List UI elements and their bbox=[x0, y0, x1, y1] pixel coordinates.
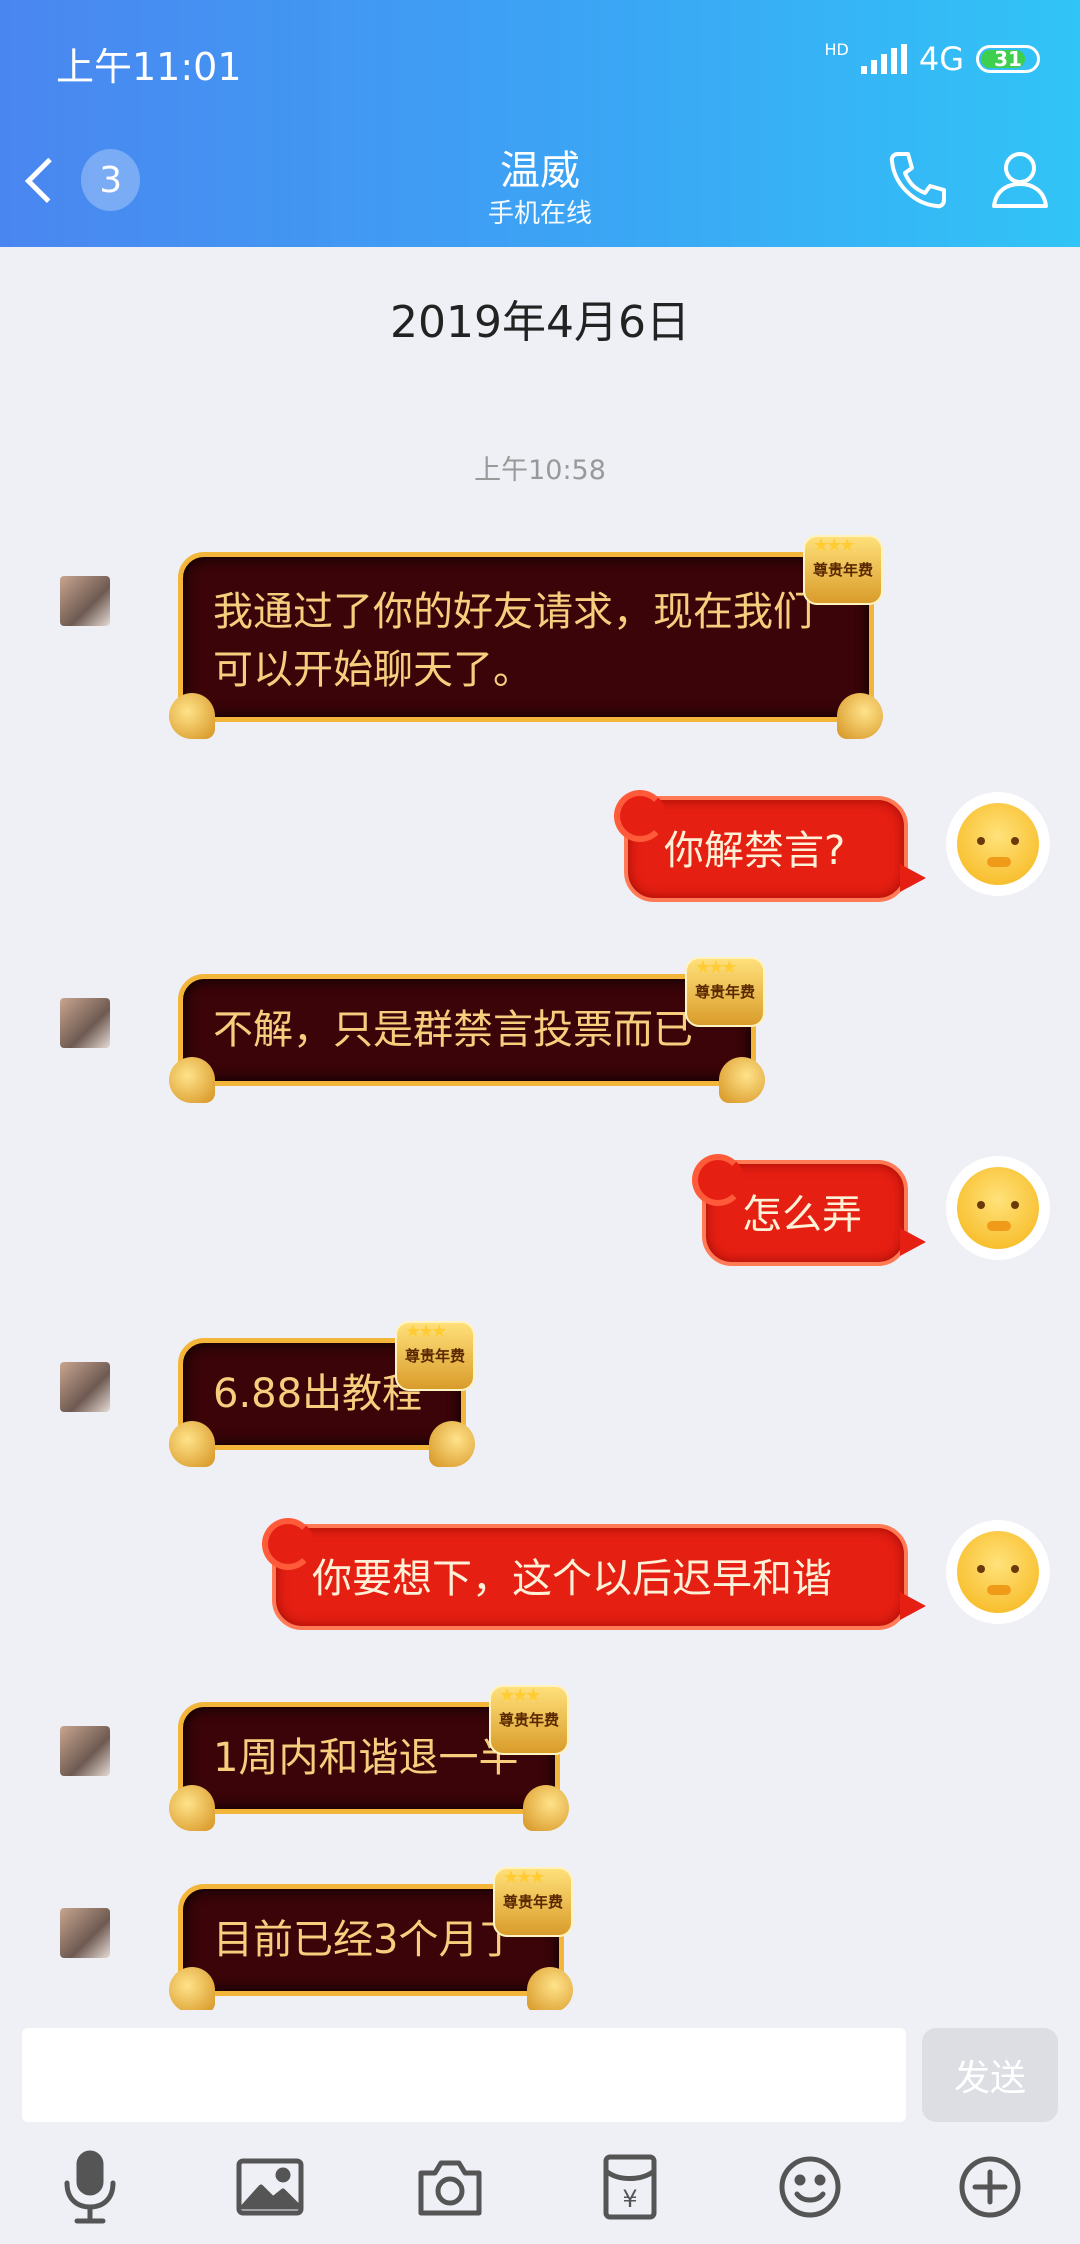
bubble-tail bbox=[900, 1228, 926, 1256]
outgoing-message[interactable]: 你要想下，这个以后迟早和谐 bbox=[262, 1518, 926, 1630]
vip-badge: 尊贵年费 bbox=[488, 1667, 569, 1755]
status-time: 上午11:01 bbox=[56, 45, 242, 89]
incoming-message[interactable]: 6.88出教程 尊贵年费 bbox=[169, 1303, 475, 1467]
wing-decoration-icon bbox=[523, 1785, 569, 1831]
profile-icon[interactable] bbox=[986, 146, 1054, 214]
bubble-tail bbox=[900, 1592, 926, 1620]
status-icons: HD 4G 31 bbox=[824, 40, 1040, 78]
contact-avatar[interactable] bbox=[60, 576, 110, 626]
microphone-icon[interactable] bbox=[45, 2142, 135, 2232]
wing-decoration-icon bbox=[719, 1057, 765, 1103]
chat-header: 上午11:01 HD 4G 31 3 温威 手机在线 bbox=[0, 0, 1080, 247]
incoming-message[interactable]: 1周内和谐退一半 尊贵年费 bbox=[169, 1667, 569, 1831]
message-text: 怎么弄 bbox=[742, 1192, 862, 1238]
camera-icon[interactable] bbox=[405, 2142, 495, 2232]
outgoing-message[interactable]: 你解禁言? bbox=[614, 790, 926, 902]
vip-badge: 尊贵年费 bbox=[684, 939, 765, 1027]
chat-toolbar: ¥ bbox=[0, 2130, 1080, 2244]
contact-avatar[interactable] bbox=[60, 998, 110, 1048]
wing-decoration-icon bbox=[169, 1785, 215, 1831]
message-input[interactable] bbox=[22, 2028, 906, 2122]
emoji-face-icon bbox=[957, 803, 1039, 885]
bubble-tail bbox=[900, 864, 926, 892]
message-text: 不解，只是群禁言投票而已 bbox=[213, 1007, 693, 1053]
message-text: 我通过了你的好友请求，现在我们可以开始聊天了。 bbox=[213, 589, 813, 693]
wing-decoration-icon bbox=[169, 693, 215, 739]
vip-badge: 尊贵年费 bbox=[492, 1849, 573, 1937]
wing-decoration-icon bbox=[527, 1967, 573, 2013]
wing-decoration-icon bbox=[169, 1421, 215, 1467]
wing-decoration-icon bbox=[169, 1967, 215, 2013]
image-icon[interactable] bbox=[225, 2142, 315, 2232]
incoming-message[interactable]: 目前已经3个月了 尊贵年费 bbox=[169, 1849, 573, 2013]
emoji-icon[interactable] bbox=[765, 2142, 855, 2232]
battery-icon: 31 bbox=[976, 45, 1040, 73]
input-bar: 发送 bbox=[0, 2010, 1080, 2130]
signal-icon bbox=[860, 44, 907, 74]
date-separator: 2019年4月6日 bbox=[390, 297, 690, 348]
vip-badge: 尊贵年费 bbox=[394, 1303, 475, 1391]
wing-decoration-icon bbox=[169, 1057, 215, 1103]
svg-text:¥: ¥ bbox=[622, 2185, 637, 2213]
battery-level: 31 bbox=[994, 47, 1022, 71]
message-text: 目前已经3个月了 bbox=[213, 1917, 519, 1963]
user-avatar[interactable] bbox=[946, 1520, 1050, 1624]
vip-badge: 尊贵年费 bbox=[802, 517, 883, 605]
swirl-decoration-icon bbox=[262, 1518, 314, 1570]
swirl-decoration-icon bbox=[692, 1154, 744, 1206]
network-label: 4G bbox=[918, 40, 964, 78]
message-text: 6.88出教程 bbox=[213, 1371, 423, 1417]
wing-decoration-icon bbox=[429, 1421, 475, 1467]
incoming-message[interactable]: 不解，只是群禁言投票而已 尊贵年费 bbox=[169, 939, 765, 1103]
wing-decoration-icon bbox=[837, 693, 883, 739]
emoji-face-icon bbox=[957, 1167, 1039, 1249]
contact-avatar[interactable] bbox=[60, 1908, 110, 1958]
plus-icon[interactable] bbox=[945, 2142, 1035, 2232]
phone-icon[interactable] bbox=[884, 146, 952, 214]
user-avatar[interactable] bbox=[946, 1156, 1050, 1260]
hd-label: HD bbox=[824, 40, 849, 59]
message-text: 你要想下，这个以后迟早和谐 bbox=[312, 1556, 832, 1602]
incoming-message[interactable]: 我通过了你的好友请求，现在我们可以开始聊天了。 尊贵年费 bbox=[169, 517, 883, 739]
contact-avatar[interactable] bbox=[60, 1726, 110, 1776]
contact-avatar[interactable] bbox=[60, 1362, 110, 1412]
send-button[interactable]: 发送 bbox=[922, 2028, 1058, 2122]
outgoing-message[interactable]: 怎么弄 bbox=[692, 1154, 926, 1266]
message-text: 1周内和谐退一半 bbox=[213, 1735, 519, 1781]
message-text: 你解禁言? bbox=[664, 828, 846, 874]
time-separator: 上午10:58 bbox=[474, 455, 606, 486]
user-avatar[interactable] bbox=[946, 792, 1050, 896]
swirl-decoration-icon bbox=[614, 790, 666, 842]
emoji-face-icon bbox=[957, 1531, 1039, 1613]
red-packet-icon[interactable]: ¥ bbox=[585, 2142, 675, 2232]
